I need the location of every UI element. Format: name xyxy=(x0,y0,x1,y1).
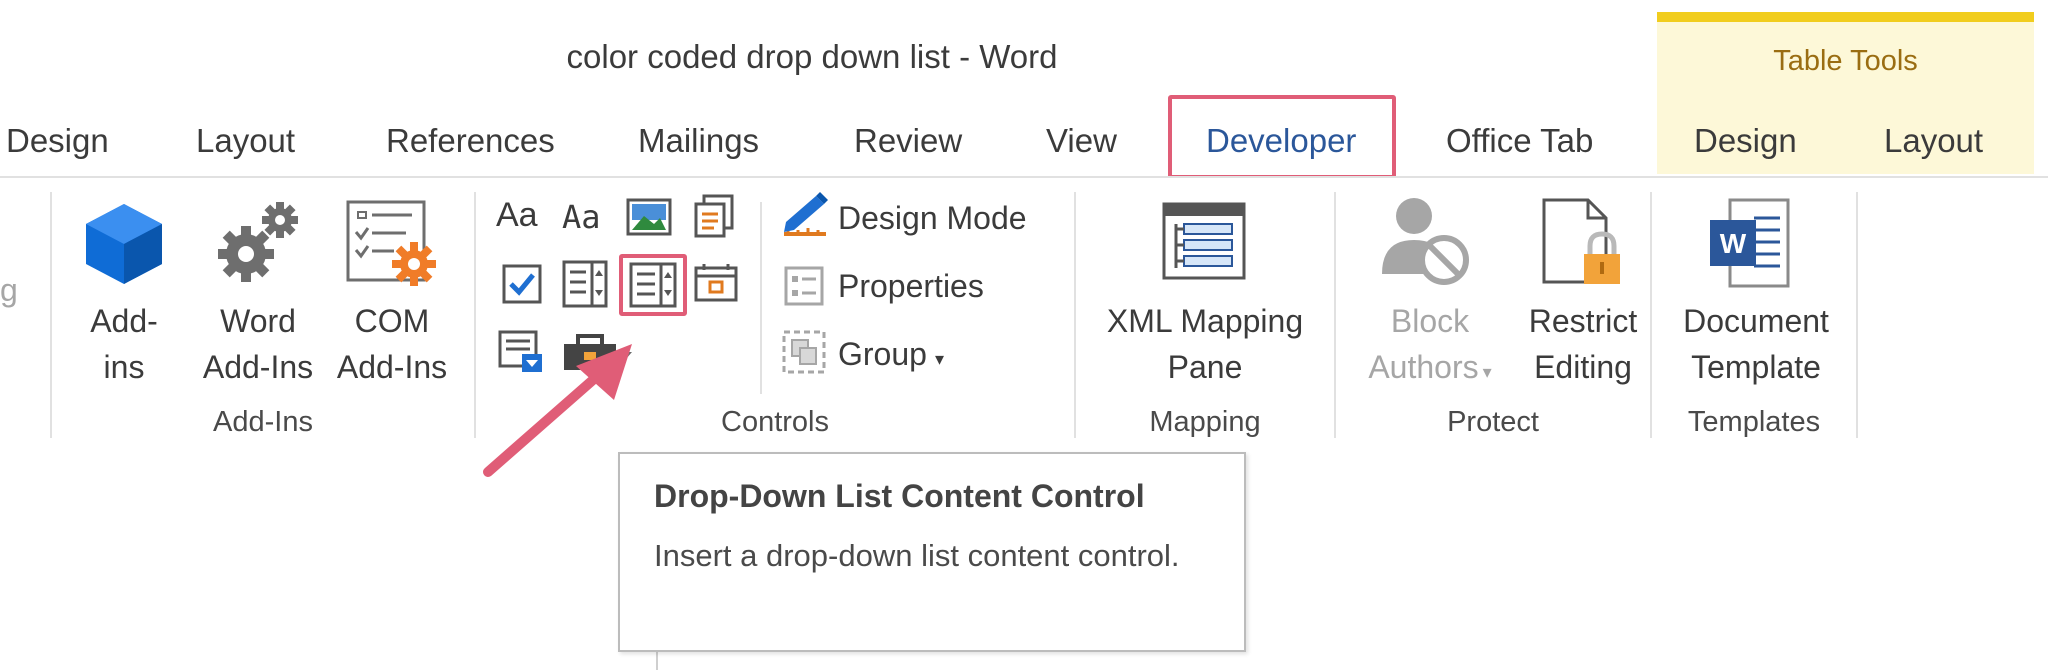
window-title: color coded drop down list - Word xyxy=(566,38,1058,75)
add-ins-icon xyxy=(86,204,162,284)
group-label-button-text: Group ▾ xyxy=(838,336,944,372)
properties-label: Properties xyxy=(838,268,984,304)
calendar-icon xyxy=(694,264,738,302)
mapping-group-label: Mapping xyxy=(1149,406,1261,438)
block-authors-icon xyxy=(1382,198,1469,285)
svg-text:W: W xyxy=(1720,228,1747,259)
ribbon-edge-fragment: g xyxy=(0,272,18,308)
plain-text-icon: Aa xyxy=(562,198,601,236)
com-add-ins-button[interactable] xyxy=(344,198,440,295)
gears-icon xyxy=(218,202,298,282)
date-picker-content-control-button[interactable] xyxy=(694,262,738,307)
group-separator xyxy=(1856,192,1858,438)
com-add-ins-icon xyxy=(346,200,436,286)
plain-text-content-control-button[interactable]: Aa xyxy=(562,198,601,236)
building-block-gallery-button[interactable] xyxy=(692,194,736,243)
tab-developer[interactable]: Developer xyxy=(1206,122,1356,160)
tab-layout[interactable]: Layout xyxy=(196,122,295,160)
building-block-icon xyxy=(694,194,734,238)
design-mode-icon xyxy=(784,192,828,236)
group-separator xyxy=(50,192,52,438)
addins-group-label: Add-Ins xyxy=(213,406,313,438)
group-separator xyxy=(1334,192,1336,438)
controls-inner-separator xyxy=(760,202,762,394)
group-button[interactable] xyxy=(782,330,826,379)
templates-group-label: Templates xyxy=(1687,406,1821,438)
drop-down-list-tooltip: Drop-Down List Content Control Insert a … xyxy=(618,452,1246,652)
xml-mapping-icon xyxy=(1162,202,1246,280)
tab-office-tab[interactable]: Office Tab xyxy=(1446,122,1593,160)
tab-references[interactable]: References xyxy=(386,122,555,160)
combo-box-icon xyxy=(562,260,608,308)
drop-down-list-icon xyxy=(629,262,677,308)
block-authors-label: Block Authors ▾ xyxy=(1368,303,1492,385)
properties-icon xyxy=(784,266,824,306)
word-add-ins-button[interactable] xyxy=(210,196,306,297)
properties-button[interactable] xyxy=(784,266,824,311)
annotation-arrow-icon xyxy=(483,344,632,477)
rich-text-content-control-button[interactable]: Aa xyxy=(496,196,538,235)
word-add-ins-label: Word Add-Ins xyxy=(202,303,314,385)
group-icon xyxy=(782,330,826,374)
tab-view[interactable]: View xyxy=(1046,122,1117,160)
document-template-button[interactable]: W xyxy=(1706,196,1792,297)
tab-mailings[interactable]: Mailings xyxy=(638,122,759,160)
tab-review[interactable]: Review xyxy=(854,122,962,160)
document-template-label: Document Template xyxy=(1683,303,1829,385)
table-tools-stripe xyxy=(1657,12,2034,22)
block-authors-button[interactable] xyxy=(1378,194,1474,295)
design-mode-button[interactable] xyxy=(780,192,830,245)
restrict-editing-button[interactable] xyxy=(1540,196,1626,297)
xml-mapping-pane-button[interactable] xyxy=(1162,202,1246,285)
word-document-icon: W xyxy=(1710,198,1790,288)
xml-mapping-pane-label: XML Mapping Pane xyxy=(1106,303,1304,385)
add-ins-label: Add-ins xyxy=(90,303,158,385)
tab-table-layout[interactable]: Layout xyxy=(1884,122,1983,160)
rich-text-icon: Aa xyxy=(496,196,538,234)
restrict-editing-icon xyxy=(1542,198,1620,284)
tab-table-design[interactable]: Design xyxy=(1694,122,1797,160)
table-tools-label: Table Tools xyxy=(1773,45,1918,77)
check-box-content-control-button[interactable] xyxy=(502,264,542,309)
chevron-down-icon: ▾ xyxy=(1482,362,1492,382)
tooltip-title: Drop-Down List Content Control xyxy=(654,478,1145,514)
picture-icon xyxy=(626,198,672,236)
checkbox-icon xyxy=(502,264,542,304)
tooltip-description: Insert a drop-down list content control. xyxy=(654,538,1180,573)
drop-down-list-content-control-button[interactable] xyxy=(629,262,677,313)
combo-box-content-control-button[interactable] xyxy=(562,260,608,313)
protect-group-label: Protect xyxy=(1447,406,1539,438)
add-ins-button[interactable] xyxy=(80,200,168,293)
com-add-ins-label: COM Add-Ins xyxy=(336,303,448,385)
chevron-down-icon: ▾ xyxy=(934,349,944,369)
picture-content-control-button[interactable] xyxy=(626,198,672,241)
tab-design[interactable]: Design xyxy=(6,122,109,160)
design-mode-label: Design Mode xyxy=(838,200,1027,236)
restrict-editing-label: Restrict Editing xyxy=(1528,303,1638,385)
